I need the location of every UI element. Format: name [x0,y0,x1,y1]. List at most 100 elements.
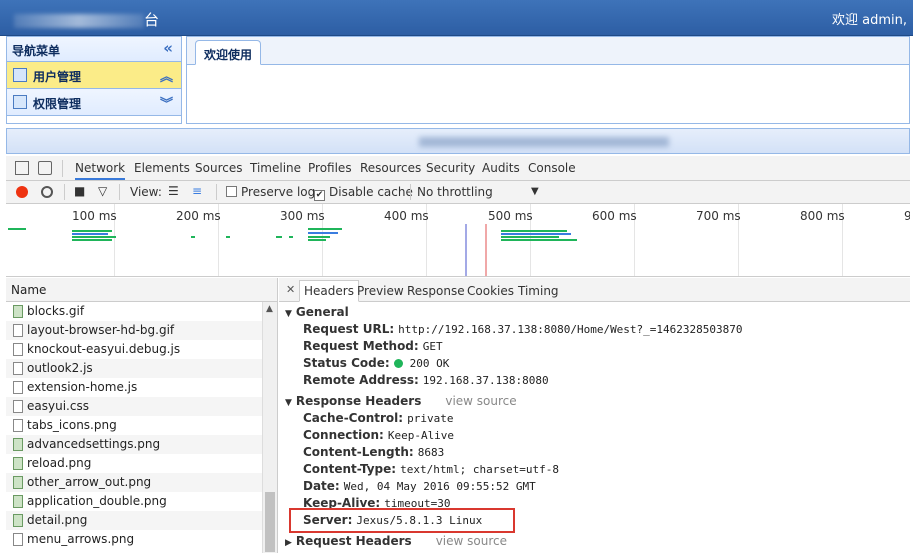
waterfall-bar [501,230,567,232]
tab-audits[interactable]: Audits [482,161,520,175]
image-file-icon [13,438,23,451]
scroll-up-icon[interactable]: ▲ [266,304,273,314]
scroll-thumb[interactable] [265,492,275,552]
request-row[interactable]: easyui.css [6,397,277,416]
tab-console[interactable]: Console [528,161,576,175]
inspect-element-icon[interactable] [15,161,29,175]
timeline-tick-label: 9 [904,209,910,223]
divider [216,184,217,200]
tab-elements[interactable]: Elements [134,161,190,175]
clear-icon[interactable] [41,186,53,198]
timeline-tick-label: 200 ms [176,209,221,223]
request-row[interactable]: detail.png [6,511,277,530]
disable-cache-checkbox[interactable]: ✔ Disable cache [314,185,413,201]
tab-security[interactable]: Security [426,161,475,175]
list-view-icon[interactable]: ☰ [168,184,179,198]
record-icon[interactable] [16,186,28,198]
welcome-text: 欢迎 admin, [832,13,907,28]
triangle-down-icon: ▼ [285,309,292,319]
filter-icon[interactable]: ▽ [98,184,107,198]
request-name: reload.png [27,456,92,470]
header-value: GET [422,340,443,353]
header-value: 200 OK [409,357,450,370]
collapse-left-icon[interactable]: « [163,39,173,57]
view-label: View: [130,185,162,199]
request-row[interactable]: knockout-easyui.debug.js [6,340,277,359]
tab-timeline[interactable]: Timeline [250,161,301,175]
waterfall-bar [308,239,326,241]
request-row[interactable]: reload.png [6,454,277,473]
request-headers-toggle[interactable]: ▶ Request Headers view source [285,534,507,548]
nav-item-user-management[interactable]: 用户管理 ︽ [7,62,181,89]
tab-cookies[interactable]: Cookies [467,284,514,298]
tab-response[interactable]: Response [407,284,465,298]
tab-preview[interactable]: Preview [357,284,404,298]
document-file-icon [13,533,23,546]
header-key: Date: [303,479,340,493]
view-source-link[interactable]: view source [436,534,507,548]
request-row[interactable]: blocks.gif [6,302,277,321]
request-row[interactable]: menu_arrows.png [6,530,277,549]
chevron-down-icon[interactable]: ︾ [160,93,173,112]
header-value: private [407,412,454,425]
device-mode-icon[interactable] [38,161,52,175]
request-row[interactable]: tabs_icons.png [6,416,277,435]
image-file-icon [13,495,23,508]
waterfall-bar [501,236,559,238]
waterfall-bar [72,233,108,235]
request-row[interactable]: extension-home.js [6,378,277,397]
name-column-header[interactable]: Name [6,278,278,302]
dropdown-arrow-icon[interactable]: ▼ [531,186,539,197]
timeline-tick-label: 700 ms [696,209,741,223]
header-key: Status Code: [303,356,390,370]
tab-headers[interactable]: Headers [299,280,359,302]
timeline-overview[interactable]: 100 ms 200 ms 300 ms 400 ms 500 ms 600 ms 700 … [6,204,910,277]
request-row[interactable]: outlook2.js [6,359,277,378]
detail-tabbar: ✕ Headers Preview Response Cookies Timin… [279,278,910,302]
preserve-log-label: Preserve log [241,185,316,199]
tab-resources[interactable]: Resources [360,161,421,175]
request-name: other_arrow_out.png [27,475,152,489]
camera-icon[interactable]: ■ [74,184,85,198]
tab-sources[interactable]: Sources [195,161,242,175]
request-row[interactable]: other_arrow_out.png [6,473,277,492]
view-source-link[interactable]: view source [445,394,516,408]
request-row[interactable]: advancedsettings.png [6,435,277,454]
divider [410,184,411,200]
tab-timing[interactable]: Timing [518,284,559,298]
divider [62,160,63,177]
throttling-select[interactable]: No throttling [417,185,493,199]
nav-item-permission-management[interactable]: 权限管理 ︾ [7,89,181,116]
request-row[interactable]: application_double.png [6,492,277,511]
image-file-icon [13,476,23,489]
request-list-scrollbar[interactable]: ▲ [262,302,277,553]
app-title-suffix: 台 [144,11,160,29]
header-value: text/html; charset=utf-8 [400,463,560,476]
dom-content-loaded-line [465,224,467,276]
general-section-toggle[interactable]: ▼ General [285,305,349,319]
tab-profiles[interactable]: Profiles [308,161,352,175]
close-icon[interactable]: ✕ [286,283,295,296]
header-key: Content-Type: [303,462,397,476]
load-event-line [485,224,487,276]
header-row: Remote Address: 192.168.37.138:8080 [303,373,549,387]
header-row: Request URL: http://192.168.37.138:8080/H… [303,322,743,336]
chevron-up-icon[interactable]: ︽ [160,66,173,85]
timeline-tick-label: 300 ms [280,209,325,223]
triangle-right-icon: ▶ [285,538,292,548]
waterfall-bar [289,236,293,238]
request-name: knockout-easyui.debug.js [27,342,181,356]
request-row[interactable]: layout-browser-hd-bg.gif [6,321,277,340]
image-file-icon [13,457,23,470]
response-headers-toggle[interactable]: ▼ Response Headers view source [285,394,517,408]
tab-welcome[interactable]: 欢迎使用 [195,40,262,65]
header-row: Status Code: 200 OK [303,356,449,370]
network-toolbar: ■ ▽ View: ☰ ≡ Preserve log ✔ Disable cach… [6,181,910,204]
content-tabs: 欢迎使用 [186,36,910,124]
nav-menu-title: 导航菜单 [12,44,61,58]
preserve-log-checkbox[interactable]: Preserve log [226,185,315,199]
header-row: Request Method: GET [303,339,443,353]
request-name: layout-browser-hd-bg.gif [27,323,175,337]
waterfall-view-icon[interactable]: ≡ [192,184,202,198]
tab-network[interactable]: Network [75,161,126,180]
